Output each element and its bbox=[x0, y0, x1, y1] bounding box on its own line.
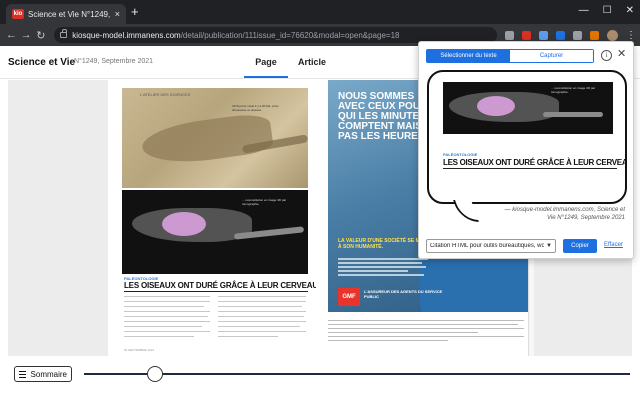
window-controls: — ☐ ✕ bbox=[579, 5, 634, 17]
clip-caption: ... reconstitution en image 3D par tomog… bbox=[551, 86, 596, 94]
tab-page[interactable]: Page bbox=[244, 57, 288, 67]
browser-tab[interactable]: kio Science et Vie N°1249, Septembre 202… bbox=[6, 4, 126, 24]
forward-button[interactable]: → bbox=[19, 29, 34, 41]
minimize-button[interactable]: — bbox=[579, 5, 589, 17]
skull-scan-image: ... reconstitution en image 3D par tomog… bbox=[122, 190, 308, 274]
gmf-tagline: L'ASSUREUR DES AGENTS DU SERVICE PUBLIC bbox=[364, 289, 443, 299]
clip-kicker: PALÉONTOLOGIE bbox=[443, 152, 478, 157]
page-slider-thumb[interactable] bbox=[146, 366, 163, 382]
left-page[interactable]: L'ATELIER DES SCIENCES Ichthyornis vivai… bbox=[108, 80, 316, 356]
gmf-logo: GMF bbox=[338, 288, 360, 306]
ad-legal-text bbox=[328, 320, 524, 344]
info-icon[interactable]: i bbox=[601, 50, 612, 61]
active-tab-indicator bbox=[244, 76, 288, 78]
back-button[interactable]: ← bbox=[4, 29, 19, 41]
clear-link[interactable]: Effacer bbox=[604, 242, 623, 248]
page-slider-track[interactable] bbox=[84, 373, 630, 375]
citation-attribution: — kiosque-model.immanens.com, Science et… bbox=[504, 207, 625, 221]
avatar[interactable] bbox=[607, 29, 619, 41]
maximize-button[interactable]: ☐ bbox=[603, 5, 612, 17]
extension-icon[interactable] bbox=[556, 30, 566, 40]
citation-format-select[interactable]: Citation HTML pour outils bureautiques, … bbox=[426, 239, 556, 253]
clip-jaw-shape bbox=[543, 112, 603, 117]
fossil-kicker: L'ATELIER DES SCIENCES bbox=[140, 92, 191, 97]
fossil-photo: L'ATELIER DES SCIENCES Ichthyornis vivai… bbox=[122, 88, 308, 188]
reload-button[interactable]: ↻ bbox=[33, 29, 48, 42]
star-icon[interactable] bbox=[522, 30, 532, 40]
copy-button[interactable]: Copier bbox=[563, 239, 597, 253]
fossil-caption: Ichthyornis vivait il y a 90 Ma, entre d… bbox=[232, 104, 279, 112]
citation-popup: Sélectionner du texte Capturer i ✕ ... r… bbox=[418, 41, 634, 259]
url-path: /detail/publication/111issue_id=76620&mo… bbox=[180, 30, 400, 40]
extension-icon[interactable] bbox=[539, 30, 549, 40]
url-domain: kiosque-model.immanens.com bbox=[72, 30, 181, 40]
chevron-down-icon: ▼ bbox=[546, 243, 552, 249]
tab-article[interactable]: Article bbox=[298, 57, 326, 67]
bottom-navigation: Sommaire bbox=[0, 360, 640, 400]
tab-title: Science et Vie N°1249, Septembre 2021 bbox=[28, 9, 112, 19]
lock-icon bbox=[60, 29, 68, 38]
scan-caption: ... reconstitution en image 3D par tomog… bbox=[242, 198, 287, 206]
citation-format-value: Citation HTML pour outils bureautiques, … bbox=[430, 243, 545, 249]
clip-brain-shape bbox=[477, 96, 515, 116]
close-icon[interactable]: ✕ bbox=[617, 48, 626, 60]
ad-body-text bbox=[338, 258, 428, 278]
fossil-skull-shape bbox=[139, 111, 275, 169]
scan-brain-shape bbox=[162, 212, 206, 236]
article-headline: LES OISEAUX ONT DURÉ GRÂCE À LEUR CERVEA… bbox=[124, 281, 316, 292]
extension-icon[interactable] bbox=[590, 30, 600, 40]
magazine-title: Science et Vie bbox=[8, 57, 76, 68]
browser-menu-icon[interactable]: ⋮ bbox=[626, 30, 636, 41]
capture-button[interactable]: Capturer bbox=[510, 50, 593, 62]
extension-icons: ⋮ bbox=[505, 29, 636, 41]
mode-switch: Sélectionner du texte Capturer bbox=[426, 49, 594, 63]
page-footer: 52 SEPTEMBRE 2021 bbox=[124, 348, 155, 352]
new-tab-button[interactable]: + bbox=[131, 5, 139, 19]
select-text-button[interactable]: Sélectionner du texte bbox=[427, 50, 510, 62]
issue-label: N°1249, Septembre 2021 bbox=[74, 58, 154, 65]
summary-label: Sommaire bbox=[30, 369, 67, 379]
menu-icon bbox=[19, 370, 26, 378]
clipped-image: ... reconstitution en image 3D par tomog… bbox=[443, 82, 613, 134]
favicon-icon: kio bbox=[12, 9, 24, 19]
key-icon[interactable] bbox=[505, 30, 515, 40]
close-window-button[interactable]: ✕ bbox=[626, 5, 634, 17]
tab-close-icon[interactable]: × bbox=[115, 9, 120, 19]
puzzle-icon[interactable] bbox=[573, 30, 583, 40]
summary-button[interactable]: Sommaire bbox=[14, 366, 72, 382]
citation-preview: ... reconstitution en image 3D par tomog… bbox=[427, 70, 627, 204]
clip-headline: LES OISEAUX ONT DURÉ GRÂCE À LEUR CERVEA… bbox=[443, 158, 627, 169]
browser-titlebar: kio Science et Vie N°1249, Septembre 202… bbox=[0, 0, 640, 24]
